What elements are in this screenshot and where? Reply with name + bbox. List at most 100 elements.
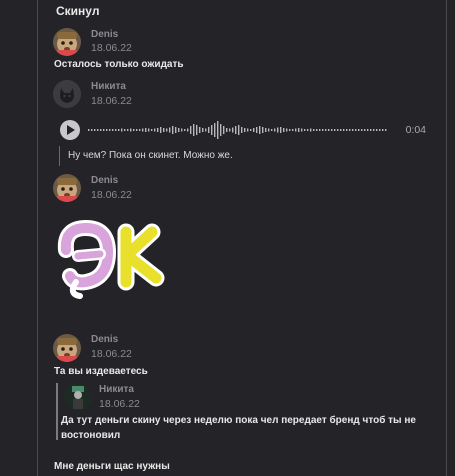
waveform-bar — [364, 129, 366, 131]
waveform-bar — [259, 126, 261, 134]
waveform-bar — [265, 128, 267, 132]
waveform-bar — [151, 129, 153, 131]
waveform-bar — [94, 129, 96, 131]
reply-author[interactable]: Никита — [99, 384, 134, 395]
waveform-bar — [310, 128, 312, 132]
waveform-bar — [316, 129, 318, 131]
waveform-bar — [262, 127, 264, 133]
waveform-bar — [163, 128, 165, 132]
reply-text: Да тут деньги скину через неделю пока че… — [61, 415, 416, 441]
waveform-bar — [268, 128, 270, 132]
waveform-bar — [220, 124, 222, 136]
waveform-bar — [211, 125, 213, 135]
avatar[interactable] — [53, 80, 81, 108]
left-border — [37, 0, 38, 476]
waveform-bar — [328, 129, 330, 131]
waveform-bar — [322, 129, 324, 131]
author-name[interactable]: Denis — [91, 29, 118, 40]
waveform-bar — [235, 126, 237, 134]
author-name[interactable]: Никита — [91, 81, 126, 92]
waveform-bar — [142, 128, 144, 132]
waveform-bar — [217, 121, 219, 139]
waveform[interactable] — [88, 118, 388, 142]
waveform-bar — [196, 125, 198, 135]
waveform-bar — [256, 127, 258, 133]
waveform-bar — [358, 129, 360, 131]
sticker-ek[interactable] — [56, 220, 166, 300]
message-date: 18.06.22 — [91, 95, 132, 107]
waveform-bar — [343, 129, 345, 131]
reply-date: 18.06.22 — [99, 398, 140, 410]
waveform-bar — [280, 127, 282, 133]
waveform-bar — [307, 129, 309, 131]
waveform-bar — [334, 129, 336, 131]
waveform-bar — [172, 126, 174, 134]
waveform-bar — [298, 128, 300, 132]
reply-avatar[interactable] — [64, 383, 92, 411]
waveform-bar — [313, 129, 315, 131]
voice-duration: 0:04 — [405, 124, 426, 136]
waveform-bar — [130, 128, 132, 132]
waveform-bar — [139, 129, 141, 131]
waveform-bar — [187, 128, 189, 132]
waveform-bar — [181, 128, 183, 132]
dog-avatar-icon — [53, 334, 81, 362]
voice-message: 0:04 — [60, 116, 426, 144]
waveform-bar — [199, 127, 201, 133]
waveform-bar — [136, 129, 138, 131]
waveform-bar — [286, 128, 288, 132]
waveform-bar — [361, 129, 363, 131]
reply-bar — [56, 383, 58, 440]
waveform-bar — [355, 129, 357, 131]
waveform-bar — [241, 127, 243, 133]
waveform-bar — [271, 129, 273, 131]
avatar[interactable] — [53, 28, 81, 56]
waveform-bar — [247, 128, 249, 132]
waveform-bar — [190, 126, 192, 134]
message-text: Та вы издеваетесь — [54, 366, 148, 377]
waveform-bar — [118, 129, 120, 131]
waveform-bar — [112, 129, 114, 131]
waveform-bar — [127, 129, 129, 131]
message-date: 18.06.22 — [91, 348, 132, 360]
waveform-bar — [349, 129, 351, 131]
waveform-bar — [223, 126, 225, 134]
waveform-bar — [193, 124, 195, 136]
waveform-bar — [166, 128, 168, 132]
waveform-bar — [169, 127, 171, 133]
waveform-bar — [145, 128, 147, 132]
avatar[interactable] — [53, 174, 81, 202]
waveform-bar — [244, 128, 246, 132]
play-icon[interactable] — [60, 120, 80, 140]
waveform-bar — [97, 129, 99, 131]
quoted-text: Ну чем? Пока он скинет. Можно же. — [68, 150, 233, 161]
waveform-bar — [154, 128, 156, 132]
message-date: 18.06.22 — [91, 42, 132, 54]
waveform-bar — [319, 129, 321, 131]
author-name[interactable]: Denis — [91, 175, 118, 186]
author-name[interactable]: Denis — [91, 334, 118, 345]
waveform-bar — [370, 129, 372, 131]
waveform-bar — [379, 129, 381, 131]
waveform-bar — [340, 129, 342, 131]
waveform-bar — [103, 129, 105, 131]
waveform-bar — [175, 127, 177, 133]
waveform-bar — [331, 129, 333, 131]
waveform-bar — [304, 129, 306, 131]
waveform-bar — [202, 128, 204, 132]
waveform-bar — [160, 127, 162, 133]
waveform-bar — [253, 128, 255, 132]
waveform-bar — [301, 128, 303, 132]
waveform-bar — [295, 128, 297, 132]
dog-avatar-icon — [53, 28, 81, 56]
waveform-bar — [250, 129, 252, 131]
quote-bar — [59, 146, 60, 166]
waveform-bar — [238, 125, 240, 135]
waveform-bar — [109, 129, 111, 131]
waveform-bar — [292, 129, 294, 131]
waveform-bar — [274, 128, 276, 132]
waveform-bar — [376, 129, 378, 131]
waveform-bar — [382, 129, 384, 131]
waveform-bar — [121, 128, 123, 132]
avatar[interactable] — [53, 334, 81, 362]
